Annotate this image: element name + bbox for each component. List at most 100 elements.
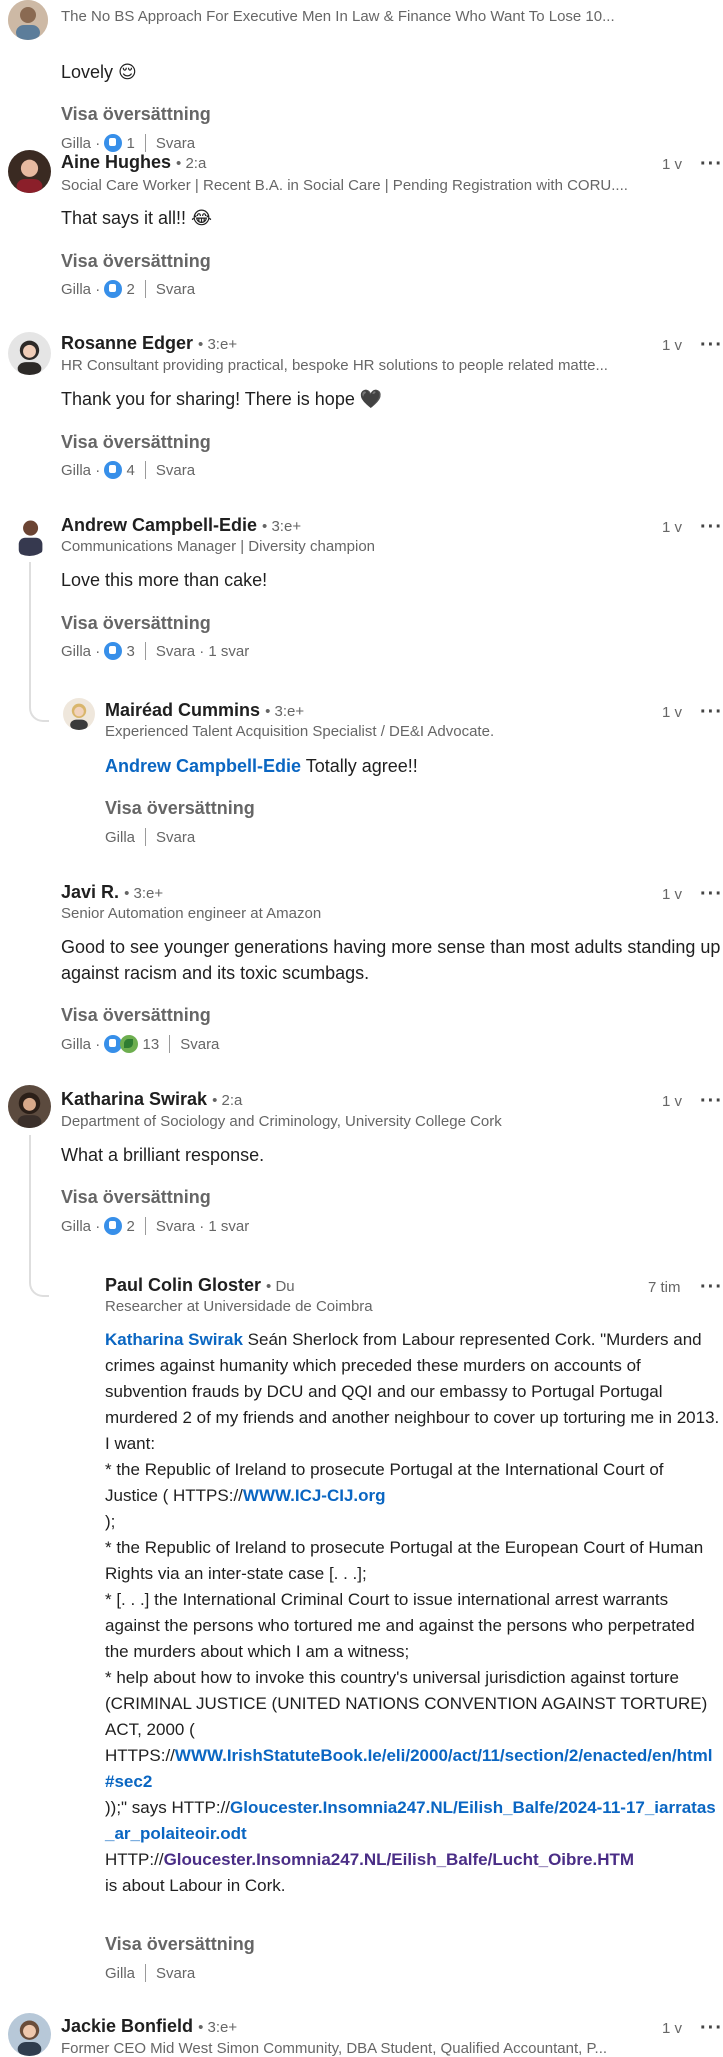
mention-link[interactable]: Andrew Campbell-Edie — [105, 756, 301, 776]
comment-time: 1 v — [662, 886, 683, 903]
comment-time: 7 tim — [648, 1279, 681, 1296]
more-options-icon[interactable]: ··· — [700, 335, 723, 355]
reply-button[interactable]: Svara — [156, 643, 195, 660]
reply-button[interactable]: Svara — [156, 135, 195, 152]
like-button[interactable]: Gilla — [61, 462, 91, 479]
comment-time: 1 v — [662, 704, 683, 721]
commenter-headline: HR Consultant providing practical, bespo… — [61, 357, 608, 374]
avatar[interactable] — [8, 150, 51, 193]
translate-link[interactable]: Visa översättning — [61, 613, 211, 634]
like-button[interactable]: Gilla — [61, 281, 91, 298]
comment-actions: Gilla · 13 Svara — [61, 1035, 220, 1053]
comment-actions: Gilla Svara — [105, 1964, 195, 1982]
reaction-count[interactable]: 3 — [127, 643, 135, 660]
more-options-icon[interactable]: ··· — [700, 702, 723, 722]
comment-time: 1 v — [662, 2020, 683, 2037]
reaction-count[interactable]: 13 — [143, 1036, 160, 1053]
comment-paragraph: ); — [105, 1512, 116, 1531]
reply-button[interactable]: Svara — [156, 1965, 195, 1982]
commenter-name[interactable]: Katharina Swirak • 2:a — [61, 1089, 242, 1110]
reply-button[interactable]: Svara — [156, 462, 195, 479]
like-reaction-icon — [104, 134, 123, 152]
mention-link[interactable]: Katharina Swirak — [105, 1330, 243, 1349]
more-options-icon[interactable]: ··· — [700, 2018, 723, 2038]
reaction-count[interactable]: 4 — [127, 462, 135, 479]
like-button[interactable]: Gilla — [61, 1036, 91, 1053]
like-button[interactable]: Gilla — [105, 829, 135, 846]
commenter-name[interactable]: Andrew Campbell-Edie • 3:e+ — [61, 515, 301, 536]
translate-link[interactable]: Visa översättning — [105, 798, 255, 819]
avatar[interactable] — [8, 332, 51, 375]
comment-paragraph: * the Republic of Ireland to prosecute P… — [105, 1538, 704, 1583]
comment-actions: Gilla · 3 Svara · 1 svar — [61, 642, 250, 660]
avatar[interactable] — [8, 2013, 51, 2056]
translate-link[interactable]: Visa översättning — [105, 1934, 255, 1955]
like-reaction-icon — [104, 1217, 123, 1235]
avatar[interactable] — [8, 1085, 51, 1128]
commenter-headline: Department of Sociology and Criminology,… — [61, 1113, 502, 1130]
comment-paragraph: ));" says HTTP://Gloucester.Insomnia247.… — [105, 1798, 716, 1843]
replies-count[interactable]: · 1 svar — [199, 643, 249, 660]
divider — [144, 134, 146, 152]
reply-thread-line — [29, 1135, 49, 1297]
commenter-headline: Researcher at Universidade de Coimbra — [105, 1298, 373, 1315]
commenter-headline: Former CEO Mid West Simon Community, DBA… — [61, 2040, 608, 2057]
like-reaction-icon — [104, 280, 123, 298]
comment-paragraph: * help about how to invoke this country'… — [105, 1668, 708, 1739]
comment-actions: Gilla Svara — [105, 828, 195, 846]
like-button[interactable]: Gilla — [61, 1218, 91, 1235]
external-link[interactable]: WWW.IrishStatuteBook.Ie/eli/2000/act/11/… — [105, 1746, 712, 1791]
comment-text: That says it all!! 😂 — [61, 208, 213, 228]
translate-link[interactable]: Visa översättning — [61, 1005, 211, 1026]
reply-button[interactable]: Svara — [156, 1218, 195, 1235]
like-button[interactable]: Gilla — [61, 643, 91, 660]
divider — [144, 1217, 146, 1235]
commenter-headline: The No BS Approach For Executive Men In … — [61, 8, 615, 25]
more-options-icon[interactable]: ··· — [700, 517, 723, 537]
commenter-headline: Senior Automation engineer at Amazon — [61, 905, 322, 922]
commenter-name[interactable]: Paul Colin Gloster • Du — [105, 1275, 295, 1296]
translate-link[interactable]: Visa översättning — [61, 1187, 211, 1208]
more-options-icon[interactable]: ··· — [700, 884, 723, 904]
commenter-name[interactable]: Jackie Bonfield • 3:e+ — [61, 2016, 237, 2037]
commenter-headline: Communications Manager | Diversity champ… — [61, 538, 376, 555]
more-options-icon[interactable]: ··· — [700, 1277, 723, 1297]
celebrate-reaction-icon — [120, 1035, 139, 1053]
comment-time: 1 v — [662, 337, 683, 354]
replies-count[interactable]: · 1 svar — [199, 1218, 249, 1235]
avatar[interactable] — [63, 698, 95, 730]
divider — [144, 280, 146, 298]
reaction-count[interactable]: 2 — [127, 281, 135, 298]
reaction-count[interactable]: 1 — [127, 135, 135, 152]
translate-link[interactable]: Visa översättning — [61, 432, 211, 453]
external-link[interactable]: WWW.ICJ-CIJ.org — [243, 1486, 386, 1505]
external-link[interactable]: Gloucester.Insomnia247.NL/Eilish_Balfe/L… — [164, 1850, 634, 1869]
reply-button[interactable]: Svara — [180, 1036, 219, 1053]
avatar[interactable] — [8, 513, 51, 556]
more-options-icon[interactable]: ··· — [700, 154, 723, 174]
translate-link[interactable]: Visa översättning — [61, 251, 211, 272]
commenter-name[interactable]: Aine Hughes • 2:a — [61, 152, 206, 173]
comment-text: What a brilliant response. — [61, 1145, 265, 1165]
reaction-count[interactable]: 2 — [127, 1218, 135, 1235]
commenter-name[interactable]: Rosanne Edger • 3:e+ — [61, 333, 237, 354]
like-button[interactable]: Gilla — [61, 135, 91, 152]
like-button[interactable]: Gilla — [105, 1965, 135, 1982]
like-reaction-icon — [104, 642, 123, 660]
translate-link[interactable]: Visa översättning — [61, 104, 211, 125]
comment-paragraph: * the Republic of Ireland to prosecute P… — [105, 1460, 664, 1505]
comment-time: 1 v — [662, 1093, 683, 1110]
comment-time: 1 v — [662, 156, 683, 173]
reply-button[interactable]: Svara — [156, 829, 195, 846]
reply-thread-line — [29, 562, 49, 722]
comment-text: Andrew Campbell-Edie Totally agree!! — [105, 756, 418, 776]
comment-paragraph: * [. . .] the International Criminal Cou… — [105, 1590, 695, 1661]
divider — [144, 642, 146, 660]
reply-button[interactable]: Svara — [156, 281, 195, 298]
commenter-headline: Social Care Worker | Recent B.A. in Soci… — [61, 177, 628, 194]
commenter-name[interactable]: Javi R. • 3:e+ — [61, 882, 163, 903]
commenter-name[interactable]: Mairéad Cummins • 3:e+ — [105, 700, 304, 721]
avatar[interactable] — [8, 0, 48, 40]
divider — [145, 828, 147, 846]
more-options-icon[interactable]: ··· — [700, 1091, 723, 1111]
